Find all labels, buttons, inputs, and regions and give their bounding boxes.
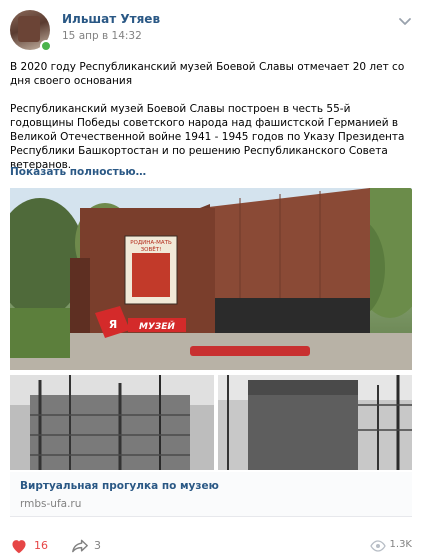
post-date[interactable]: 15 апр в 14:32 [62, 30, 142, 42]
show-more-link[interactable]: Показать полностью… [10, 166, 146, 178]
link-title[interactable]: Виртуальная прогулка по музею [20, 480, 219, 492]
online-status-icon [40, 40, 52, 52]
share-icon [72, 539, 88, 553]
link-domain: rmbs-ufa.ru [20, 498, 82, 510]
post-paragraph: Республиканский музей Боевой Славы постр… [10, 103, 405, 171]
link-snippet[interactable]: Виртуальная прогулка по музею rmbs-ufa.r… [10, 472, 412, 517]
post-footer: 16 3 1.3K [10, 538, 412, 554]
eye-icon [370, 540, 386, 552]
construction-photo [218, 375, 412, 470]
post-text: В 2020 году Республиканский музей Боевой… [10, 60, 412, 172]
post-photo-main[interactable]: РОДИНА-МАТЬ ЗОВЁТ! Я МУЗЕЙ [10, 188, 412, 370]
chevron-down-icon[interactable] [398, 14, 412, 28]
sign-word: МУЗЕЙ [139, 320, 175, 332]
like-count: 16 [34, 539, 48, 552]
sign-letter: Я [109, 318, 117, 331]
post-paragraph: В 2020 году Республиканский музей Боевой… [10, 61, 405, 87]
poster-line2: ЗОВЁТ! [141, 246, 162, 253]
author-name[interactable]: Ильшат Утяев [62, 12, 160, 26]
post-header: Ильшат Утяев 15 апр в 14:32 [10, 10, 412, 52]
wall-post: Ильшат Утяев 15 апр в 14:32 В 2020 году … [0, 0, 422, 554]
heart-icon [12, 540, 26, 554]
post-photo-3[interactable] [218, 375, 412, 470]
museum-photo: РОДИНА-МАТЬ ЗОВЁТ! Я МУЗЕЙ [10, 188, 412, 370]
construction-photo [10, 375, 214, 470]
share-count: 3 [94, 539, 101, 552]
views-count: 1.3K [389, 539, 412, 550]
post-photo-2[interactable] [10, 375, 214, 470]
poster-line1: РОДИНА-МАТЬ [130, 240, 172, 246]
